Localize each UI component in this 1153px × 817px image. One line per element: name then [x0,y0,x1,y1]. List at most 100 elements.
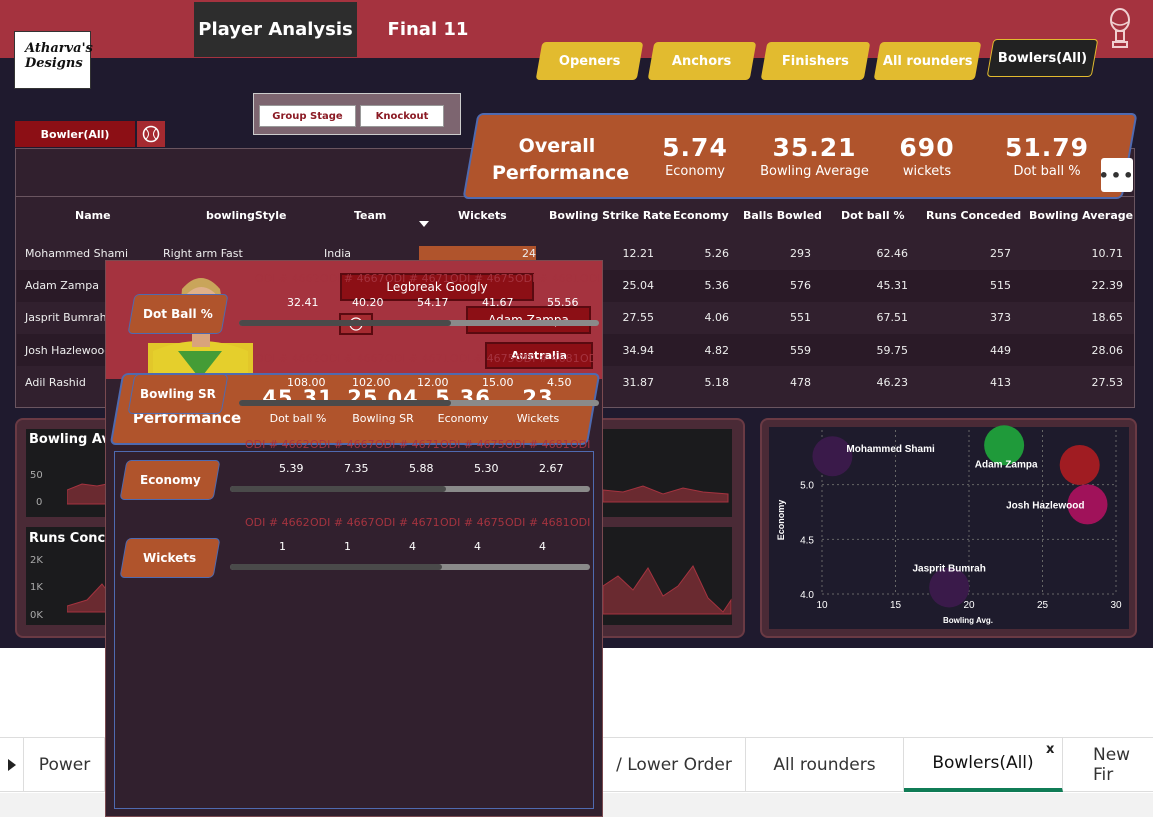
chip-all-rounders-label: All rounders [882,53,973,69]
match-value: 4.50 [547,376,572,389]
table-cell: 257 [990,247,1011,260]
brand-logo: Atharva's Designs [14,31,93,89]
kpi-label: Bowling Average [760,164,869,179]
col-team[interactable]: Team [354,209,386,222]
match-value: 5.88 [409,462,434,475]
kpi-label: wickets [902,164,952,179]
kpi-value: 35.21 [772,133,857,162]
chip-bowlers-label: Bowlers(All) [997,50,1088,66]
match-value: 4 [474,540,481,553]
tick-label: 2K [30,555,43,566]
col-bowling-average[interactable]: Bowling Average [1029,209,1133,222]
kpi-value: 25.04 [347,386,419,410]
sort-desc-icon[interactable] [419,221,429,227]
match-label: ODI [580,272,601,285]
match-value: 2.67 [539,462,564,475]
metric-scrollbar[interactable] [239,400,599,406]
chip-anchors[interactable]: Anchors [647,42,757,80]
match-value: 41.67 [482,296,514,309]
kpi-value: 45.31 [262,386,334,410]
cricket-ball-icon[interactable] [137,121,165,147]
match-label: ODI # 4667 [310,438,375,451]
chip-finishers[interactable]: Finishers [760,42,871,80]
table-cell: 478 [790,376,811,389]
metric-scrollbar-thumb[interactable] [239,320,451,326]
match-value: 1 [279,540,286,553]
y-tick-label: 4.5 [800,535,814,546]
col-balls-bowled[interactable]: Balls Bowled [743,209,822,222]
tooltip-metrics: Dot Ball % ODI # 4662 ODI # 4667 ODI # 4671… [114,272,600,809]
table-cell: 10.71 [1091,247,1124,260]
kpi-value: 51.79 [1004,133,1090,162]
point-label: Mohammed Shami [846,444,935,455]
kpi-label: Economy [665,164,725,179]
final11-tab[interactable]: Final 11 [378,2,478,57]
data-point [812,436,853,477]
x-axis-label: Bowling Avg. [943,616,993,625]
x-tick-label: 10 [816,600,828,611]
brand-line2: Designs [25,56,83,71]
kpi-value: 5.74 [662,133,728,162]
table-cell: 449 [990,344,1011,357]
col-wickets[interactable]: Wickets [458,209,507,222]
kpi-dot-ball: 51.79 Dot ball % [987,133,1107,179]
tab-lower-order[interactable]: / Lower Order [603,738,746,792]
col-bowling-style[interactable]: bowlingStyle [206,209,286,222]
tab-bowlers-all[interactable]: Bowlers(All) [904,738,1063,792]
match-label: ODI # 4667 [310,516,375,529]
metric-scrollbar-thumb[interactable] [230,564,442,570]
match-value: 102.00 [352,376,391,389]
metric-label-pill: Wickets [119,538,221,578]
chip-all-rounders[interactable]: All rounders [873,42,982,80]
knockout-button[interactable]: Knockout [360,105,444,127]
match-value: 55.56 [547,296,579,309]
chip-anchors-label: Anchors [672,53,732,69]
bowler-filter[interactable]: Bowler(All) [15,121,135,147]
table-cell: 46.23 [876,376,909,389]
runs-area-right [603,565,732,615]
chip-bowlers-all[interactable]: Bowlers(All) [986,39,1099,77]
close-tab-button[interactable]: x [1046,742,1054,757]
col-strike-rate[interactable]: Bowling Strike Rate [549,209,671,222]
table-cell: Mohammed Shami [25,247,129,260]
col-name[interactable]: Name [75,209,111,222]
match-value: 4 [409,540,416,553]
runs-conceded-title: Runs Conce [29,531,115,546]
overall-performance-banner: Overall Performance 5.74 Economy 35.21 Bow… [462,113,1138,199]
match-value: 5.39 [279,462,304,475]
table-cell: Adam Zampa [25,279,99,292]
more-options-button[interactable]: ••• [1099,158,1133,192]
economy-vs-average-scatter: Mohammed Shami Adam Zampa Josh Hazlewood Ja… [776,425,1122,625]
tab-all-rounders[interactable]: All rounders [746,738,904,792]
chip-openers[interactable]: Openers [535,42,644,80]
tab-power[interactable]: Power [25,738,105,792]
group-stage-button[interactable]: Group Stage [259,105,356,127]
col-economy[interactable]: Economy [673,209,729,222]
x-tick-label: 25 [1037,600,1049,611]
tick-label: 0K [30,610,43,621]
brand-line1: Atharva's [25,41,93,56]
player-analysis-tab[interactable]: Player Analysis [194,2,357,57]
col-dot-ball[interactable]: Dot ball % [841,209,904,222]
kpi-bowling-average: 35.21 Bowling Average [752,133,877,179]
metric-label: Economy [139,473,201,487]
match-value: 4 [539,540,546,553]
scroll-tabs-left[interactable] [0,738,24,792]
match-label: ODI # 4662 [255,352,320,365]
metric-scrollbar-thumb[interactable] [239,400,451,406]
metric-scrollbar[interactable] [230,564,590,570]
metric-scrollbar-thumb[interactable] [230,486,446,492]
metric-scrollbar[interactable] [239,320,599,326]
table-cell: 67.51 [876,311,909,324]
match-label: ODI # 4675 [440,516,505,529]
x-tick-label: 30 [1110,600,1122,611]
point-label: Jasprit Bumrah [912,563,985,574]
match-value: 5.30 [474,462,499,475]
match-value: 1 [344,540,351,553]
table-cell: India [324,247,351,260]
tab-new-final[interactable]: New Fir [1063,738,1153,792]
metric-scrollbar[interactable] [230,486,590,492]
metric-label: Bowling SR [140,387,216,401]
table-cell: 5.36 [704,279,730,292]
col-runs-conceded[interactable]: Runs Conceded [926,209,1021,222]
